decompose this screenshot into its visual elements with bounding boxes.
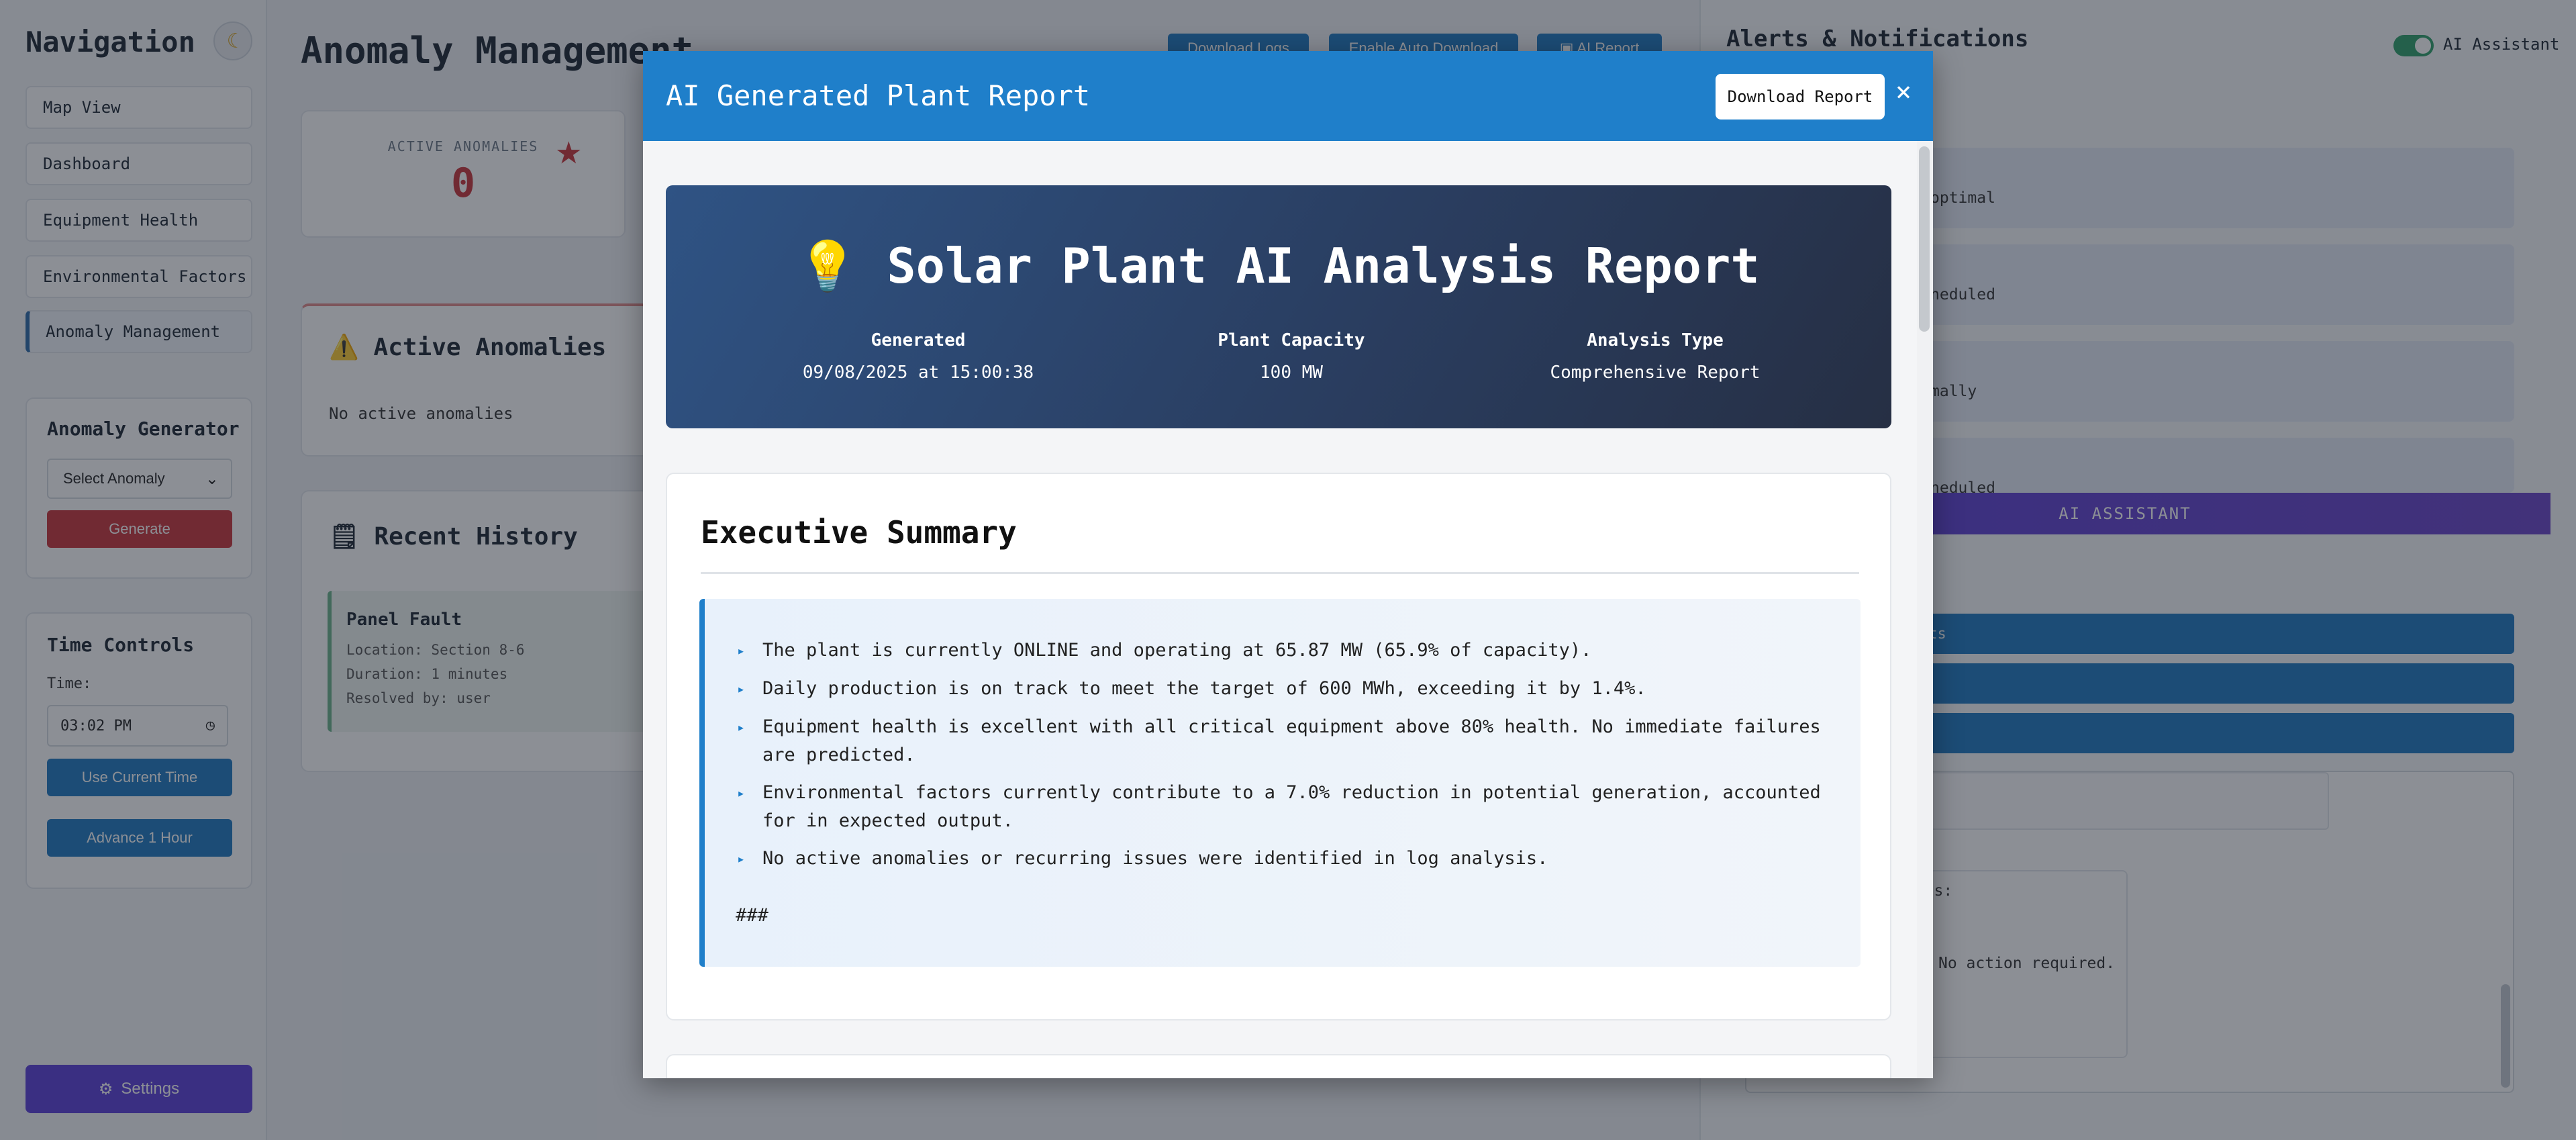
meta-value-capacity: 100 MW xyxy=(1260,363,1323,383)
report-modal: AI Generated Plant Report Download Repor… xyxy=(643,51,1933,1078)
summary-box: ▸ The plant is currently ONLINE and opera… xyxy=(699,599,1861,967)
summary-bullet: ▸ The plant is currently ONLINE and opera… xyxy=(737,636,1838,665)
executive-summary-title: Executive Summary xyxy=(701,514,1017,551)
modal-title: AI Generated Plant Report xyxy=(666,79,1091,112)
meta-value-analysis-type: Comprehensive Report xyxy=(1550,363,1761,383)
report-title: 💡 Solar Plant AI Analysis Report xyxy=(666,238,1891,295)
triangle-bullet-icon: ▸ xyxy=(737,719,746,735)
summary-bullet: ▸ Equipment health is excellent with all … xyxy=(737,713,1838,769)
summary-bullet-text: The plant is currently ONLINE and operat… xyxy=(762,640,1592,661)
meta-label-generated: Generated xyxy=(871,330,966,350)
modal-scrollbar-thumb[interactable] xyxy=(1919,146,1930,332)
meta-label-analysis-type: Analysis Type xyxy=(1587,330,1724,350)
summary-bullet: ▸ Environmental factors currently contrib… xyxy=(737,779,1838,835)
summary-bullet-text: Equipment health is excellent with all c… xyxy=(762,716,1821,765)
meta-label-capacity: Plant Capacity xyxy=(1218,330,1365,350)
summary-bullet: ▸ Daily production is on track to meet th… xyxy=(737,675,1838,703)
summary-trailer: ### xyxy=(736,905,769,926)
summary-bullet-text: Daily production is on track to meet the… xyxy=(762,678,1646,699)
report-hero: 💡 Solar Plant AI Analysis Report Generat… xyxy=(666,185,1891,428)
report-title-text: Solar Plant AI Analysis Report xyxy=(887,238,1760,294)
triangle-bullet-icon: ▸ xyxy=(737,643,746,659)
next-section-card xyxy=(666,1054,1891,1078)
download-report-button[interactable]: Download Report xyxy=(1716,74,1885,120)
summary-bullet-text: Environmental factors currently contribu… xyxy=(762,782,1821,831)
executive-summary-card: Executive Summary ▸ The plant is currentl… xyxy=(666,473,1891,1020)
lightbulb-icon: 💡 xyxy=(797,238,858,294)
triangle-bullet-icon: ▸ xyxy=(737,785,746,801)
triangle-bullet-icon: ▸ xyxy=(737,851,746,867)
summary-bullet-text: No active anomalies or recurring issues … xyxy=(762,848,1548,869)
triangle-bullet-icon: ▸ xyxy=(737,681,746,697)
summary-divider xyxy=(701,572,1859,574)
summary-bullet: ▸ No active anomalies or recurring issues… xyxy=(737,845,1838,873)
close-icon[interactable]: × xyxy=(1895,77,1912,107)
meta-value-generated: 09/08/2025 at 15:00:38 xyxy=(802,363,1034,383)
